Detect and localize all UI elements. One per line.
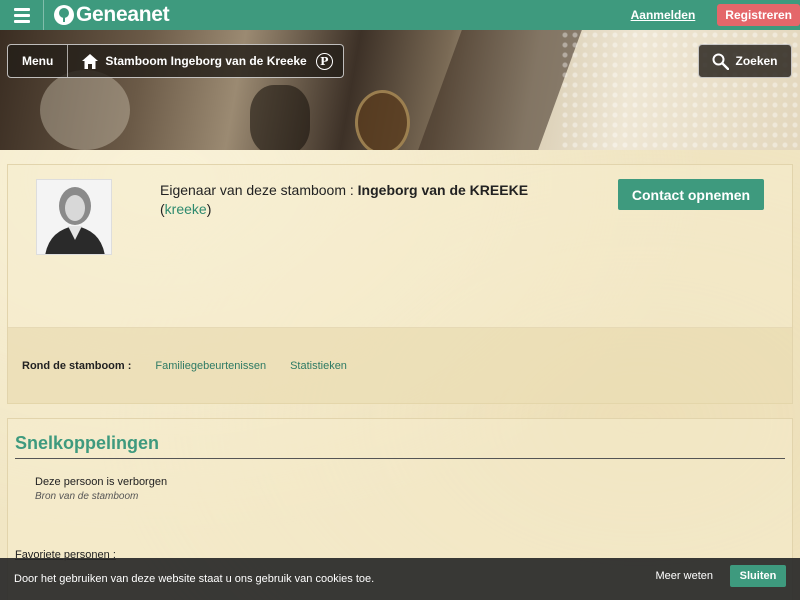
home-icon [82, 53, 99, 69]
top-bar: Geneanet Aanmelden Registreren [0, 0, 800, 30]
avatar [36, 179, 112, 255]
login-link[interactable]: Aanmelden [631, 8, 696, 22]
banner-locket-detail [355, 90, 410, 150]
logo-text: Geneanet [76, 3, 170, 26]
search-button[interactable]: Zoeken [698, 44, 792, 78]
menu-button[interactable]: Menu [8, 45, 69, 77]
owner-line: Eigenaar van deze stamboom : Ingeborg va… [160, 181, 528, 200]
paren-close: ) [206, 201, 212, 217]
owner-info: Eigenaar van deze stamboom : Ingeborg va… [160, 181, 528, 219]
around-tree-nav: Rond de stamboom : Familiegebeurtenissen… [8, 327, 792, 404]
owner-username-link[interactable]: kreeke [165, 201, 207, 217]
banner-photo-detail [40, 70, 130, 150]
banner-photo-detail [418, 30, 582, 150]
hamburger-menu-button[interactable] [0, 0, 44, 30]
breadcrumb: Menu Stamboom Ingeborg van de Kreeke P [7, 44, 344, 78]
tree-home-link[interactable]: Stamboom Ingeborg van de Kreeke P [68, 45, 342, 77]
statistics-link[interactable]: Statistieken [290, 360, 347, 372]
tree-title: Stamboom Ingeborg van de Kreeke [105, 54, 307, 68]
owner-prefix: Eigenaar van deze stamboom : [160, 182, 358, 198]
search-icon [712, 53, 730, 70]
owner-panel: Eigenaar van deze stamboom : Ingeborg va… [7, 164, 793, 404]
learn-more-link[interactable]: Meer weten [656, 570, 713, 582]
hamburger-line [13, 19, 30, 23]
geneanet-logo[interactable]: Geneanet [54, 0, 170, 30]
banner-photo-detail [250, 85, 310, 150]
cookie-banner: Door het gebruiken van deze website staa… [0, 558, 800, 600]
contact-button[interactable]: Contact opnemen [618, 179, 764, 210]
tree-source-text: Bron van de stamboom [35, 491, 139, 502]
cookie-message: Door het gebruiken van deze website staa… [14, 573, 375, 585]
family-events-link[interactable]: Familiegebeurtenissen [155, 360, 266, 372]
account-actions: Aanmelden Registreren [631, 0, 800, 30]
quick-links-title: Snelkoppelingen [15, 433, 785, 459]
tree-logo-icon [54, 5, 74, 25]
owner-name: Ingeborg van de KREEKE [357, 182, 529, 198]
cookie-close-button[interactable]: Sluiten [730, 565, 786, 587]
owner-username-line: (kreeke) [160, 200, 528, 219]
hidden-person-text: Deze persoon is verborgen [35, 476, 168, 488]
hamburger-line [13, 13, 30, 17]
register-button[interactable]: Registreren [717, 4, 800, 26]
hamburger-line [13, 7, 30, 11]
premium-badge-icon: P [315, 52, 333, 70]
search-label: Zoeken [735, 54, 778, 68]
around-label: Rond de stamboom : [22, 360, 132, 372]
